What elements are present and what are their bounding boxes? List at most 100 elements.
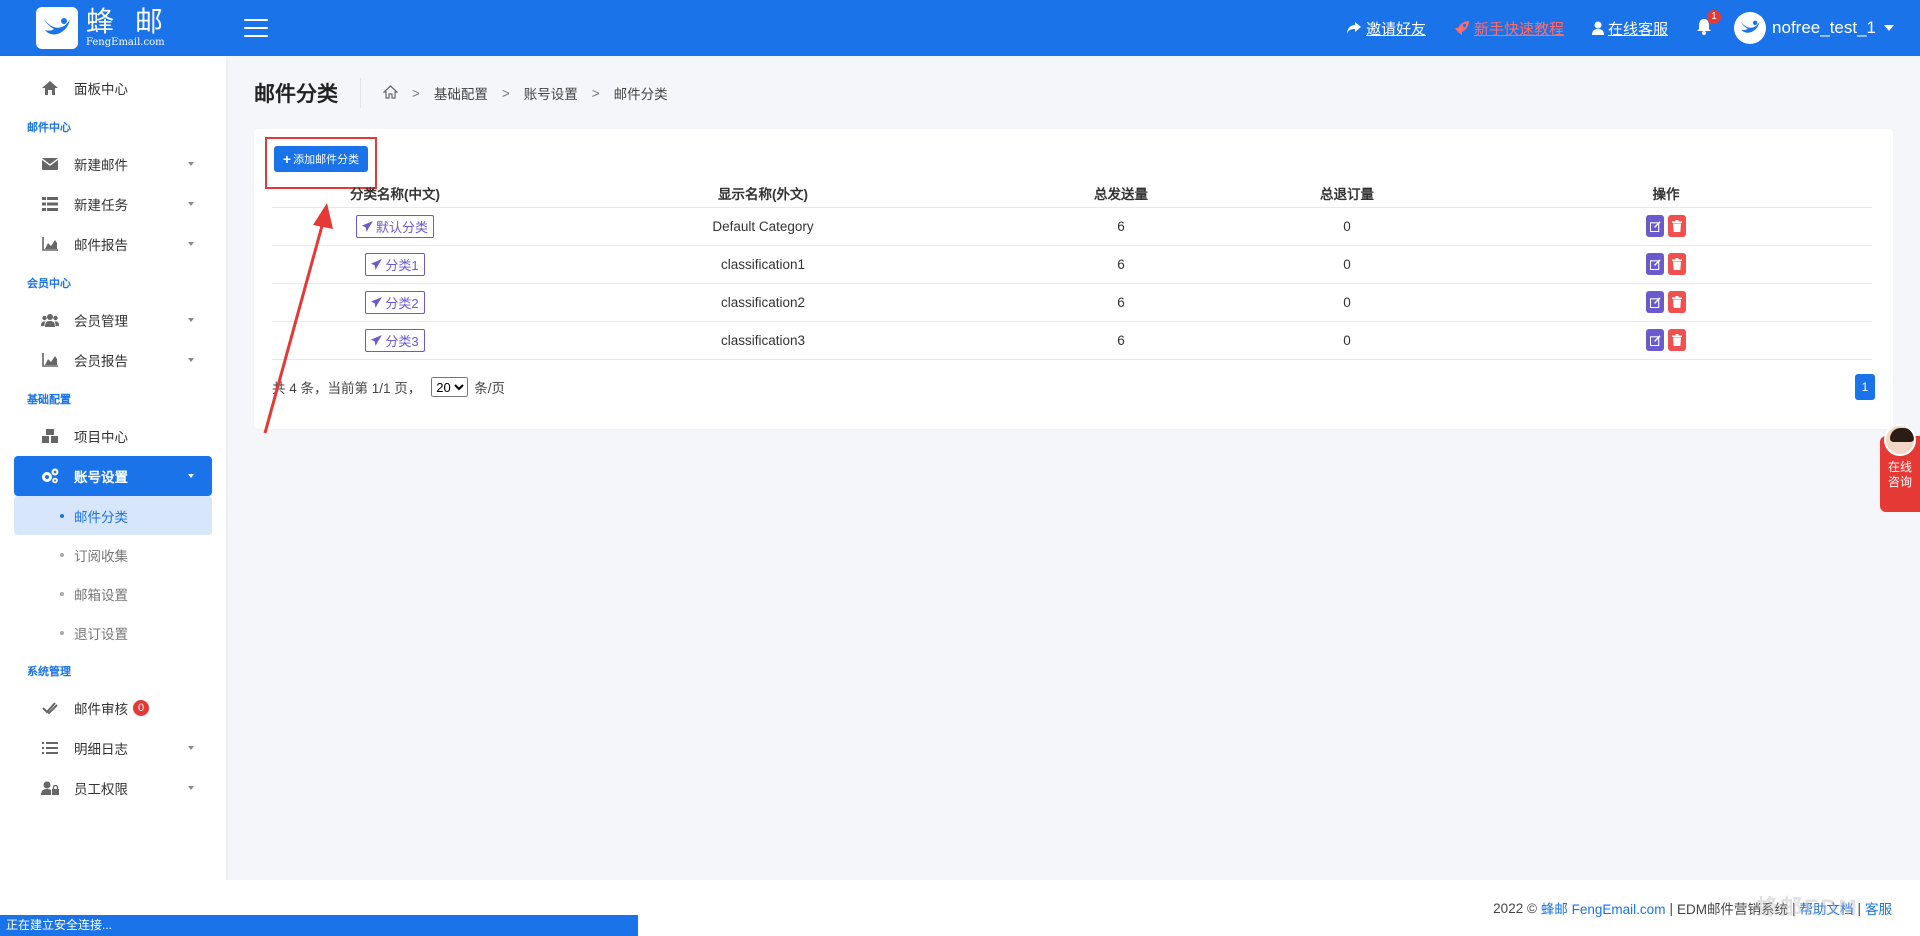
footer-service-link[interactable]: 客服 [1865,898,1892,918]
share-icon [1346,22,1361,34]
column-header: 总退订量 [1234,179,1460,208]
edit-icon [1649,220,1661,232]
delete-button[interactable] [1668,253,1686,275]
user-lock-icon [40,780,60,796]
edit-button[interactable] [1646,253,1664,275]
chevron-down-icon [188,786,194,790]
sidebar-item-label: 明细日志 [74,742,128,757]
home-icon[interactable] [382,84,399,102]
sidebar-subitem-mailbox-settings[interactable]: 邮箱设置 [14,574,212,613]
add-category-label: 添加邮件分类 [293,154,360,166]
sidebar-item-new-mail[interactable]: 新建邮件 [14,144,212,184]
sidebar-item-mail-review[interactable]: 邮件审核 0 [14,688,212,728]
column-header: 总发送量 [1008,179,1234,208]
category-tag[interactable]: 分类1 [365,252,425,276]
edit-button[interactable] [1646,215,1664,237]
category-cn-name: 默认分类 [375,219,428,235]
sidebar-item-label: 邮件报告 [74,238,128,253]
edit-icon [1649,334,1661,346]
breadcrumb-item-current: 邮件分类 [613,87,668,102]
category-tag[interactable]: 默认分类 [355,214,434,238]
sidebar-item-label: 新建任务 [74,198,128,213]
category-cn-name: 分类3 [385,333,419,349]
sidebar-item-member-report[interactable]: 会员报告 [14,340,212,380]
sidebar-item-dashboard[interactable]: 面板中心 [14,68,212,108]
total-unsub: 0 [1234,245,1460,284]
annotation-arrow [263,203,333,434]
notification-bell[interactable]: 1 [1696,9,1722,39]
rocket-icon [1455,21,1469,35]
chevron-down-icon [188,318,194,322]
category-cn-name: 分类1 [385,257,419,273]
chevron-down-icon [188,162,194,166]
edit-button[interactable] [1646,291,1664,313]
sidebar-subitem-unsubscribe-settings[interactable]: 退订设置 [14,613,212,652]
sidebar-item-account-settings[interactable]: 账号设置 [14,456,212,496]
online-support-link[interactable]: 在线客服 [1592,18,1668,39]
sidebar-item-member-mgmt[interactable]: 会员管理 [14,300,212,340]
footer-separator: | [1857,900,1861,916]
delete-button[interactable] [1668,329,1686,351]
area-chart-icon [40,352,60,368]
sidebar-subitem-label: 退订设置 [74,626,128,642]
bird-avatar-icon [1740,20,1760,33]
total-unsub: 0 [1234,207,1460,246]
sidebar-item-new-task[interactable]: 新建任务 [14,184,212,224]
sidebar-item-mail-report[interactable]: 邮件报告 [14,224,212,264]
section-member-center: 会员中心 [27,278,71,290]
menu-toggle-icon[interactable] [244,19,268,37]
section-mail-center: 邮件中心 [27,122,71,134]
add-category-button[interactable]: + 添加邮件分类 [274,146,368,172]
category-card: + 添加邮件分类 分类名称(中文) 显示名称(外文) 总发送量 总退订量 操作 … [254,129,1893,429]
page-size-select[interactable]: 20 [431,377,469,397]
sidebar-subitem-label: 邮箱设置 [74,587,128,603]
sidebar-subitem-subscribe-collect[interactable]: 订阅收集 [14,535,212,574]
sidebar-item-label: 员工权限 [74,782,128,797]
sidebar-item-label: 面板中心 [74,82,128,97]
invite-friends-link[interactable]: 邀请好友 [1346,18,1426,39]
logo[interactable]: 蜂 邮 FengEmail.com [0,0,226,56]
total-unsub: 0 [1234,283,1460,322]
chevron-down-icon [1884,25,1894,31]
category-table: 分类名称(中文) 显示名称(外文) 总发送量 总退订量 操作 默认分类 Defa… [272,179,1872,360]
page-number-button[interactable]: 1 [1855,374,1875,400]
sidebar-item-staff-perm[interactable]: 员工权限 [14,768,212,808]
category-en-name: classification2 [518,283,1008,322]
paper-plane-icon [361,220,373,232]
users-icon [40,312,60,328]
area-chart-icon [40,236,60,252]
sidebar-item-label: 会员管理 [74,314,128,329]
review-count-badge: 0 [133,700,149,716]
sidebar-item-project-center[interactable]: 项目中心 [14,416,212,456]
footer-system-name: EDM邮件营销系统 [1676,902,1788,917]
plus-icon: + [282,151,292,167]
delete-button[interactable] [1668,215,1686,237]
footer-separator: | [1669,900,1673,916]
table-row: 默认分类 Default Category 6 0 [272,207,1872,246]
quick-tutorial-link[interactable]: 新手快速教程 [1454,18,1564,39]
edit-button[interactable] [1646,329,1664,351]
user-menu[interactable]: nofree_test_1 [1734,12,1894,44]
footer-brand-link[interactable]: 蜂邮 FengEmail.com [1541,898,1666,918]
online-consult-widget[interactable]: 在线 咨询 [1880,424,1920,512]
logo-cn-text: 蜂 邮 [86,5,169,38]
trash-icon [1672,220,1682,232]
paper-plane-icon [371,258,383,270]
sidebar-item-label: 新建邮件 [74,158,128,173]
breadcrumb-item[interactable]: 基础配置 [434,83,488,103]
category-tag[interactable]: 分类2 [365,290,425,314]
category-en-name: classification1 [518,245,1008,284]
bullet-dot [60,630,64,635]
column-header: 操作 [1460,179,1872,208]
consult-line1: 在线 [1887,460,1912,474]
username: nofree_test_1 [1772,18,1876,37]
delete-button[interactable] [1668,291,1686,313]
sidebar-item-detail-log[interactable]: 明细日志 [14,728,212,768]
category-tag[interactable]: 分类3 [365,328,425,352]
agent-avatar [1884,424,1916,456]
chevron-down-icon [188,474,194,478]
footer-help-link[interactable]: 帮助文档 [1799,898,1853,918]
category-cn-name: 分类2 [385,295,419,311]
sidebar-subitem-mail-category[interactable]: 邮件分类 [14,496,212,535]
breadcrumb-item[interactable]: 账号设置 [524,83,578,103]
